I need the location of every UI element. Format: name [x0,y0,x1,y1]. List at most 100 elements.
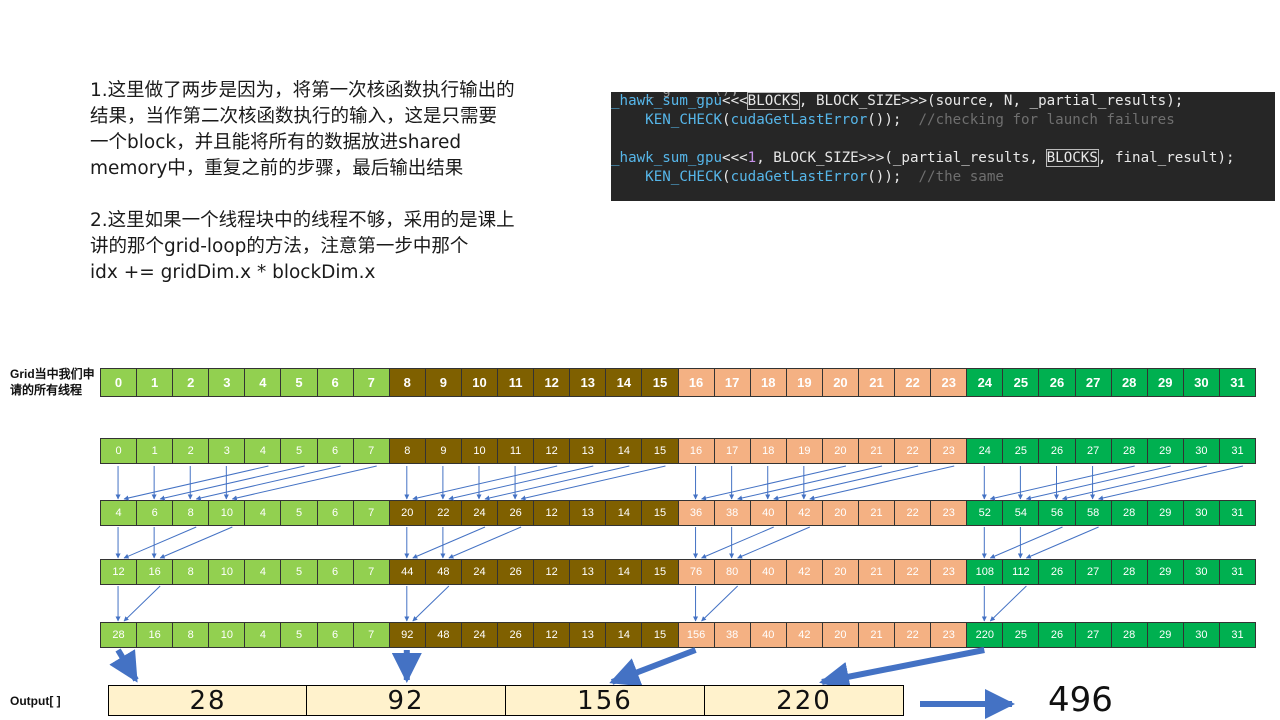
grid-thread-row: 0 1 2 3 4 5 6 7 8 9 10 11 12 13 14 15 16 17 18 19 20 21 22 23 24… [100,368,1256,397]
thread-cell: 16 [677,368,715,397]
output-array: 28 92 156 220 [108,685,904,716]
thread-cell: 2 [172,438,210,464]
thread-cell: 0 [100,438,138,464]
thread-cell: 42 [785,500,823,526]
thread-cell: 42 [785,622,823,648]
thread-cell: 22 [894,438,932,464]
reduction-arrow [448,465,594,501]
reduction-step-row: 0 1 2 3 4 5 6 7 8 9 10 11 12 13 14 15 16 17 18 19 20 21 22 23 24… [100,438,1256,464]
thread-cell: 22 [894,500,932,526]
reduction-step-row: 28 16 8 10 4 5 6 7 92 48 24 26 12 13 14 15 156 38 40 42 20 21… [100,622,1256,648]
output-arrow [109,648,139,683]
thread-cell: 26 [497,500,535,526]
thread-cell: 24 [460,559,499,585]
thread-cell: 31 [1218,438,1256,464]
thread-cell: 20 [821,368,859,397]
reduction-arrow [231,465,377,501]
thread-cell: 28 [1110,622,1148,648]
thread-cell: 21 [857,559,896,585]
thread-cell: 22 [894,368,932,397]
reduction-arrow [989,526,1063,559]
thread-cell: 3 [208,438,246,464]
thread-cell: 4 [244,559,282,585]
reduction-arrow [412,526,486,559]
thread-cell: 28 [1110,500,1148,526]
thread-cell: 48 [424,622,462,648]
reduction-arrow [412,465,558,501]
thread-cell: 14 [605,368,643,397]
reduction-arrow [1025,465,1171,501]
reduction-arrow [412,585,450,622]
reduction-arrow [701,526,774,559]
thread-cell: 1 [136,438,174,464]
final-sum: 496 [1048,680,1113,720]
reduction-arrow [448,526,522,559]
thread-cell: 8 [172,559,210,585]
thread-cell: 7 [352,622,390,648]
thread-cell: 20 [388,500,426,526]
thread-cell: 16 [136,559,174,585]
thread-cell: 26 [497,622,535,648]
thread-cell: 6 [316,500,354,526]
thread-cell: 13 [569,500,607,526]
reduction-arrow [809,465,955,501]
reduction-step-row: 12 16 8 10 4 5 6 7 44 48 24 26 12 13 14 15 76 80 40 42 20 21 2… [100,559,1256,585]
thread-cell: 28 [100,622,138,648]
output-label: Output[ ] [10,694,61,708]
thread-cell: 6 [136,500,174,526]
thread-cell: 4 [100,500,138,526]
thread-cell: 48 [424,559,462,585]
thread-cell: 40 [749,622,787,648]
output-arrow [819,647,985,692]
thread-cell: 15 [641,500,679,526]
output-cell: 156 [505,685,705,716]
thread-cell: 11 [497,368,535,397]
thread-cell: 7 [352,438,390,464]
reduction-arrow [989,585,1027,622]
thread-cell: 28 [1110,559,1148,585]
reduction-arrow [484,465,630,501]
thread-cell: 112 [1002,559,1040,585]
thread-cell: 156 [677,622,715,648]
thread-cell: 21 [857,438,896,464]
code-line: KEN_CHECK(cudaGetLastError()); //the sam… [645,169,1004,185]
thread-cell: 19 [785,368,823,397]
thread-cell: 15 [641,559,679,585]
thread-cell: 7 [352,500,390,526]
reduction-arrow [773,465,919,501]
thread-cell: 22 [894,622,932,648]
thread-cell: 23 [930,559,968,585]
thread-cell: 25 [1002,622,1040,648]
reduction-arrow [1061,465,1207,501]
thread-cell: 20 [821,559,859,585]
thread-cell: 40 [749,559,787,585]
thread-cell: 10 [208,622,246,648]
thread-cell: 5 [280,438,318,464]
thread-cell: 17 [713,368,751,397]
thread-cell: 4 [244,622,282,648]
thread-cell: 12 [100,559,138,585]
thread-cell: 29 [1146,438,1184,464]
thread-cell: 25 [1002,438,1040,464]
thread-cell: 24 [460,622,499,648]
thread-cell: 31 [1218,559,1256,585]
reduction-arrow [159,526,233,559]
thread-cell: 29 [1146,622,1184,648]
thread-cell: 6 [316,438,354,464]
thread-cell: 7 [352,368,390,397]
thread-cell: 21 [857,500,896,526]
thread-cell: 22 [894,559,932,585]
code-line: KEN_CHECK(cudaGetLastError()); //checkin… [645,112,1175,128]
thread-cell: 54 [1002,500,1040,526]
thread-cell: 76 [677,559,715,585]
thread-cell: 13 [569,559,607,585]
thread-cell: 20 [821,622,859,648]
thread-cell: 28 [1110,438,1148,464]
thread-cell: 13 [569,622,607,648]
explanation-notes: 1.这里做了两步是因为，将第一次核函数执行输出的 结果，当作第二次核函数执行的输… [90,78,590,286]
thread-cell: 31 [1218,368,1256,397]
reduction-arrow [123,465,269,501]
thread-cell: 14 [605,559,643,585]
reduction-arrow [989,465,1135,501]
